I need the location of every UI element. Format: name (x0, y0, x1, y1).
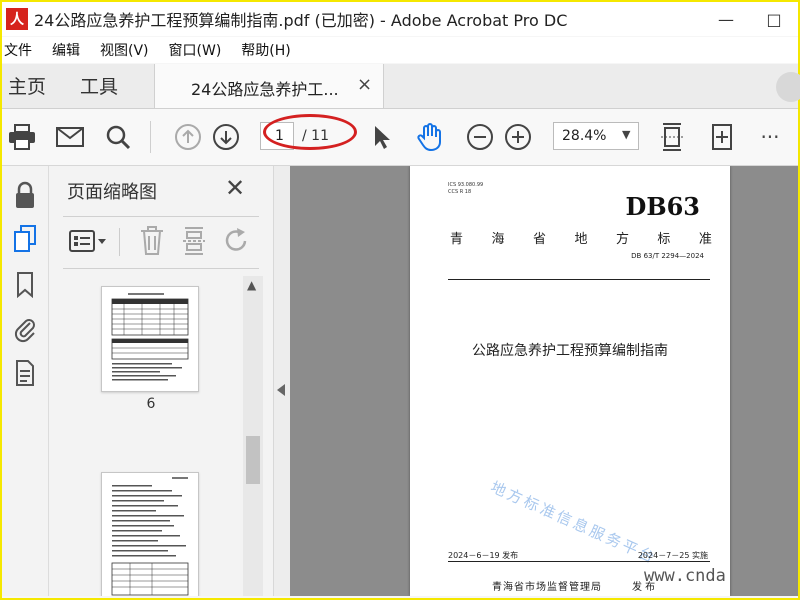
chevron-down-icon: ▼ (622, 128, 631, 141)
close-tab-button[interactable]: × (357, 74, 372, 95)
lock-icon[interactable] (8, 178, 42, 212)
ics-code: ICS 93.080.99 CCS R 18 (448, 182, 484, 195)
pdf-page: ICS 93.080.99 CCS R 18 DB63 青 海 省 地 方 标 … (410, 166, 730, 596)
document-view[interactable]: ICS 93.080.99 CCS R 18 DB63 青 海 省 地 方 标 … (290, 166, 798, 596)
select-cursor-icon[interactable] (366, 121, 398, 153)
close-panel-button[interactable]: ✕ (225, 174, 245, 202)
header-rule (448, 279, 710, 280)
implement-date: 2024－7－25 实施 (637, 551, 708, 560)
zoom-level-value: 28.4% (562, 128, 607, 144)
document-icon[interactable] (8, 356, 42, 390)
fit-page-icon[interactable] (656, 121, 688, 153)
tab-document[interactable]: 24公路应急养护工... × (154, 64, 384, 108)
tab-bar: 主页 工具 24公路应急养护工... × (2, 64, 800, 109)
zoom-in-icon[interactable] (502, 121, 534, 153)
menu-window[interactable]: 窗口(W) (169, 40, 222, 60)
toolbar: 1 / 11 28.4% ▼ ··· (2, 109, 798, 166)
document-tab-label: 24公路应急养护工... (191, 80, 339, 99)
title-bar: 人 24公路应急养护工程预算编制指南.pdf (已加密) - Adobe Acr… (2, 2, 798, 36)
panel-divider (63, 268, 259, 269)
window-controls: — □ (702, 2, 798, 36)
tab-home[interactable]: 主页 (8, 72, 46, 99)
zoom-out-icon[interactable] (464, 121, 496, 153)
thumbnail-list: 6 (49, 276, 245, 596)
panel-toolbar (63, 222, 263, 262)
thumbnail-panel: 页面缩略图 ✕ 6 ▲ (49, 166, 274, 596)
collapse-arrow-icon (277, 384, 285, 396)
province-standard-heading: 青 海 省 地 方 标 准 (450, 232, 712, 247)
page-thumbnails-icon[interactable] (8, 222, 42, 256)
acrobat-app-icon: 人 (6, 8, 28, 30)
thumbnail-options-icon[interactable] (69, 228, 109, 258)
insert-page-icon[interactable] (181, 226, 207, 260)
help-icon[interactable] (776, 72, 800, 102)
attachment-icon[interactable] (8, 312, 42, 346)
scrollbar-thumb[interactable] (246, 436, 260, 484)
menu-view[interactable]: 视图(V) (100, 40, 149, 60)
toolbar-separator (150, 121, 151, 153)
scroll-up-icon[interactable]: ▲ (247, 278, 256, 292)
more-tools-icon[interactable]: ··· (754, 121, 786, 153)
standard-code: DB63 (625, 192, 701, 221)
window-title: 24公路应急养护工程预算编制指南.pdf (已加密) - Adobe Acrob… (34, 11, 568, 30)
tab-tools[interactable]: 工具 (80, 72, 118, 99)
previous-page-icon[interactable] (172, 121, 204, 153)
thumbnail-page-number: 6 (146, 396, 156, 412)
minimize-button[interactable]: — (702, 2, 750, 36)
menu-file[interactable]: 文件 (4, 40, 32, 60)
panel-collapse-handle[interactable] (274, 166, 290, 596)
print-icon[interactable] (6, 121, 38, 153)
hand-tool-icon[interactable] (414, 121, 446, 153)
panel-toolbar-separator (119, 228, 120, 256)
publish-date: 2024－6－19 发布 (448, 551, 519, 560)
rotate-view-icon[interactable] (706, 121, 738, 153)
red-annotation-ellipse (263, 114, 357, 150)
bookmark-icon[interactable] (8, 268, 42, 302)
standard-number: DB 63/T 2294—2024 (631, 252, 704, 260)
maximize-button[interactable]: □ (750, 2, 798, 36)
rotate-page-icon[interactable] (223, 226, 251, 260)
panel-divider (63, 216, 259, 217)
menu-edit[interactable]: 编辑 (52, 40, 80, 60)
zoom-level-select[interactable]: 28.4% ▼ (553, 122, 639, 150)
document-title: 公路应急养护工程预算编制指南 (472, 343, 668, 359)
thumbnail-scrollbar[interactable]: ▲ (243, 276, 263, 596)
issuing-authority: 青海省市场监督管理局 (492, 582, 602, 593)
panel-title: 页面缩略图 (67, 182, 157, 203)
thumbnail-page-7[interactable] (101, 472, 199, 596)
thumbnail-page-6[interactable] (101, 286, 199, 392)
next-page-icon[interactable] (210, 121, 242, 153)
email-icon[interactable] (54, 121, 86, 153)
search-icon[interactable] (102, 121, 134, 153)
footer-rule (448, 561, 710, 562)
menu-help[interactable]: 帮助(H) (241, 40, 290, 60)
menu-bar: 文件 编辑 视图(V) 窗口(W) 帮助(H) (2, 37, 798, 63)
navigation-rail (2, 166, 49, 596)
site-watermark: www.cnda (644, 566, 726, 586)
delete-page-icon[interactable] (139, 226, 165, 260)
